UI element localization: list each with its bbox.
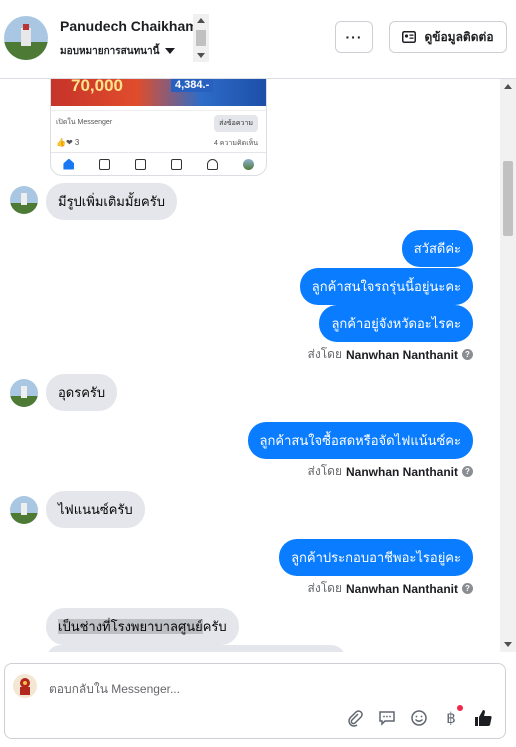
reaction-count: 👍❤ 3 — [56, 138, 80, 147]
customer-avatar[interactable] — [4, 16, 48, 60]
comment-count: 4 ความคิดเห็น — [213, 140, 258, 147]
scroll-down-icon[interactable] — [504, 642, 512, 647]
composer-toolbar: ฿ — [345, 705, 493, 728]
customer-avatar-small — [10, 186, 38, 214]
help-icon[interactable]: ? — [462, 583, 473, 594]
outgoing-message[interactable]: ลูกค้าสนใจซื้อสดหรือจัดไฟแน้นซ์คะ — [247, 422, 473, 459]
caret-down-icon — [165, 48, 176, 55]
contact-card-icon — [402, 31, 417, 43]
baht-icon[interactable]: ฿ — [441, 705, 463, 728]
incoming-message-partial[interactable] — [46, 645, 346, 652]
outgoing-message[interactable]: ลูกค้าอยู่จังหวัดอะไรคะ — [319, 305, 473, 342]
assign-label: มอบหมายการสนทนานี้ — [60, 46, 160, 57]
message-list-scrollbar[interactable] — [500, 79, 516, 652]
header-scrollbar[interactable] — [193, 14, 209, 62]
outgoing-message[interactable]: สวัสดีค่ะ — [401, 230, 473, 267]
reply-input[interactable]: ตอบกลับใน Messenger... — [49, 680, 180, 699]
home-icon — [63, 158, 75, 170]
banner-price: 4,384.- — [171, 79, 214, 92]
post-nav-bar — [51, 152, 266, 175]
highlighted-text: เป็นช่างที่โรงพยาบาลศูนย์ — [58, 619, 203, 634]
notification-dot — [457, 705, 463, 711]
like-icon[interactable] — [473, 708, 493, 728]
shared-post-card[interactable]: 70,000 4,384.- เปิดใน Messenger ส่งข้อคว… — [50, 79, 267, 176]
sent-by-label: ส่งโดย Nanwhan Nanthanit? — [308, 345, 473, 364]
more-options-button[interactable]: ··· — [335, 21, 373, 53]
comment-icon[interactable] — [377, 708, 397, 728]
help-icon[interactable]: ? — [462, 349, 473, 360]
incoming-message[interactable]: อุดรครับ — [46, 374, 118, 411]
customer-avatar-small — [10, 496, 38, 524]
scroll-up-icon[interactable] — [197, 18, 205, 23]
customer-avatar-small — [10, 379, 38, 407]
scroll-down-icon[interactable] — [197, 53, 205, 58]
marketplace-icon — [135, 158, 147, 170]
reply-composer[interactable]: ตอบกลับใน Messenger... ฿ — [4, 663, 506, 739]
customer-name[interactable]: Panudech Chaikham — [60, 18, 198, 34]
scroll-thumb[interactable] — [196, 30, 206, 46]
sent-by-label: ส่งโดย Nanwhan Nanthanit? — [308, 579, 473, 598]
incoming-message[interactable]: เป็นช่างที่โรงพยาบาลศูนย์ครับ — [46, 608, 239, 645]
message-text-rest: ครับ — [202, 619, 227, 634]
profile-icon — [242, 158, 254, 170]
scroll-up-icon[interactable] — [504, 84, 512, 89]
view-contact-button[interactable]: ดูข้อมูลติดต่อ — [389, 21, 507, 53]
view-contact-label: ดูข้อมูลติดต่อ — [424, 29, 494, 44]
help-icon[interactable]: ? — [462, 466, 473, 477]
conversation-header: Panudech Chaikham มอบหมายการสนทนานี้ ···… — [0, 0, 516, 79]
page-avatar — [13, 674, 37, 698]
send-message-button[interactable]: ส่งข้อความ — [214, 115, 258, 132]
more-icon: ··· — [345, 29, 363, 45]
sent-by-label: ส่งโดย Nanwhan Nanthanit? — [308, 462, 473, 481]
video-icon — [99, 158, 111, 170]
incoming-message[interactable]: ไฟแนนซ์ครับ — [46, 491, 145, 528]
incoming-message[interactable]: มีรูปเพิ่มเติมมั้ยครับ — [46, 183, 177, 220]
groups-icon — [170, 158, 182, 170]
bell-icon — [206, 158, 218, 170]
assign-conversation-dropdown[interactable]: มอบหมายการสนทนานี้ — [60, 44, 176, 59]
scroll-thumb[interactable] — [503, 161, 513, 236]
outgoing-message[interactable]: ลูกค้าประกอบอาชีพอะไรอยู่คะ — [279, 539, 473, 576]
attach-icon[interactable] — [345, 708, 365, 728]
emoji-icon[interactable] — [409, 708, 429, 728]
outgoing-message[interactable]: ลูกค้าสนใจรถรุ่นนี้อยู่นะคะ — [299, 268, 473, 305]
open-in-messenger-text: เปิดใน Messenger — [56, 119, 113, 126]
post-banner-image: 70,000 4,384.- — [51, 79, 266, 106]
message-list[interactable]: 70,000 4,384.- เปิดใน Messenger ส่งข้อคว… — [0, 79, 500, 652]
post-stats-row: 👍❤ 3 4 ความคิดเห็น — [51, 134, 266, 152]
post-action-row: เปิดใน Messenger ส่งข้อความ — [51, 110, 266, 135]
banner-text: 70,000 — [71, 79, 123, 95]
